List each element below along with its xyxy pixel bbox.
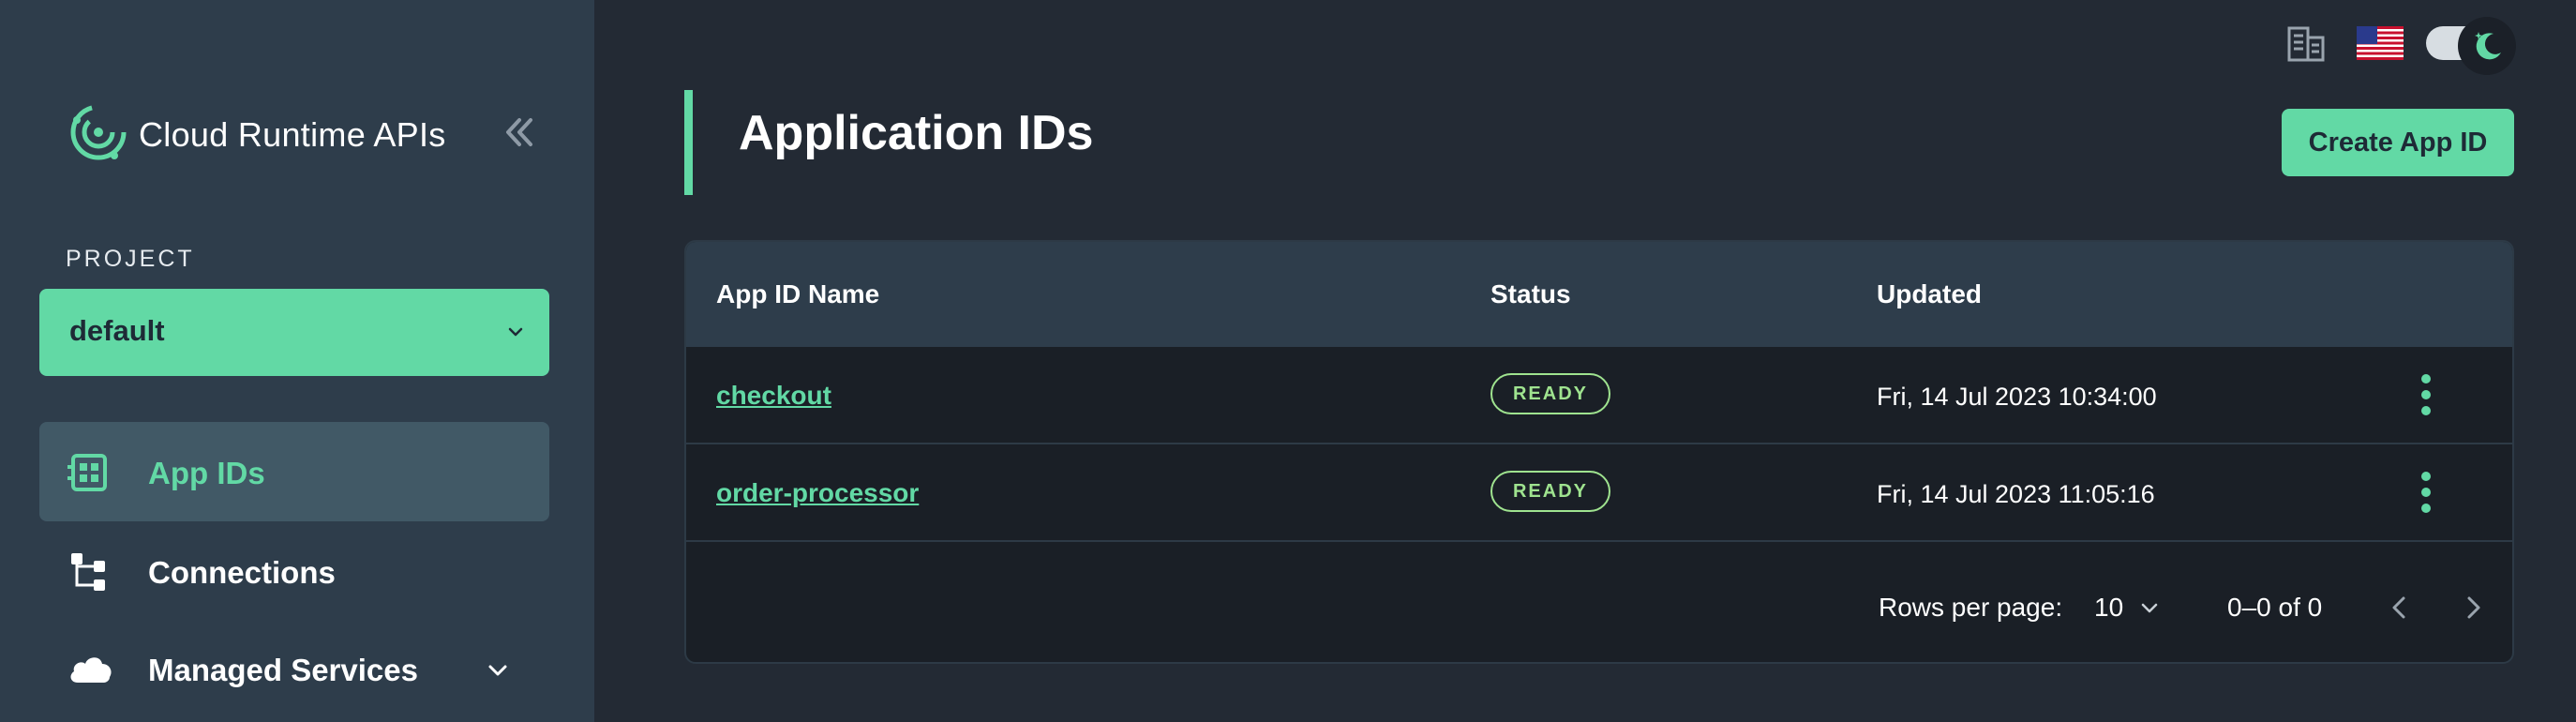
app-id-link[interactable]: checkout [716, 381, 831, 411]
project-select-value: default [69, 314, 165, 347]
sidebar-item-label: Connections [148, 555, 336, 590]
rows-per-page-value: 10 [2094, 593, 2124, 622]
cloud-icon [70, 657, 112, 683]
sidebar-item-label: App IDs [148, 456, 265, 490]
sidebar-item-app-ids[interactable]: App IDs [39, 422, 549, 521]
table-row: order-processor READY Fri, 14 Jul 2023 1… [686, 444, 2512, 542]
theme-toggle-knob [2458, 17, 2516, 75]
next-page-icon[interactable] [2454, 589, 2492, 626]
double-chevron-left-icon [506, 118, 532, 146]
updated-timestamp: Fri, 14 Jul 2023 11:05:16 [1877, 480, 2155, 508]
chevron-down-icon [2141, 603, 2158, 613]
title-accent-bar [684, 90, 693, 195]
chevron-down-icon [508, 327, 523, 337]
rows-per-page-label: Rows per page: [1879, 593, 2063, 622]
app-ids-table: App ID Name Status Updated checkout READ… [684, 240, 2514, 664]
collapse-sidebar-button[interactable] [499, 113, 538, 152]
page-title: Application IDs [739, 106, 1094, 160]
status-badge: READY [1490, 373, 1610, 414]
sidebar-item-label: Managed Services [148, 653, 418, 687]
status-badge: READY [1490, 471, 1610, 512]
table-row: checkout READY Fri, 14 Jul 2023 10:34:00 [686, 347, 2512, 444]
app-id-link[interactable]: order-processor [716, 478, 919, 508]
connections-icon [71, 553, 105, 591]
project-label: PROJECT [66, 246, 195, 272]
chevron-down-icon[interactable] [484, 656, 512, 684]
table-header: App ID Name Status Updated [686, 242, 2512, 347]
logo-icon [66, 99, 131, 170]
column-header-status[interactable]: Status [1490, 279, 1571, 309]
moon-icon [2475, 32, 2501, 60]
column-header-name[interactable]: App ID Name [716, 279, 879, 309]
pagination-range: 0–0 of 0 [2227, 593, 2323, 622]
app-name: Cloud Runtime APIs [139, 114, 446, 154]
project-select[interactable]: default [39, 289, 549, 376]
updated-timestamp: Fri, 14 Jul 2023 10:34:00 [1877, 383, 2157, 411]
rows-per-page-select[interactable]: 10 [2094, 591, 2179, 628]
docs-icon[interactable] [2287, 24, 2325, 64]
theme-toggle[interactable] [2426, 17, 2516, 75]
sidebar-item-connections[interactable]: Connections [39, 521, 549, 621]
sidebar: Cloud Runtime APIs PROJECT default App I… [0, 0, 594, 722]
previous-page-icon[interactable] [2381, 589, 2419, 626]
more-vert-icon[interactable] [2417, 469, 2435, 516]
more-vert-icon[interactable] [2417, 371, 2435, 418]
app-id-icon [67, 454, 107, 491]
create-app-id-button[interactable]: Create App ID [2282, 109, 2514, 176]
us-flag-icon[interactable] [2357, 26, 2404, 60]
sidebar-item-managed-services[interactable]: Managed Services [39, 619, 549, 718]
column-header-updated[interactable]: Updated [1877, 279, 1982, 309]
brand[interactable]: Cloud Runtime APIs [66, 99, 446, 170]
